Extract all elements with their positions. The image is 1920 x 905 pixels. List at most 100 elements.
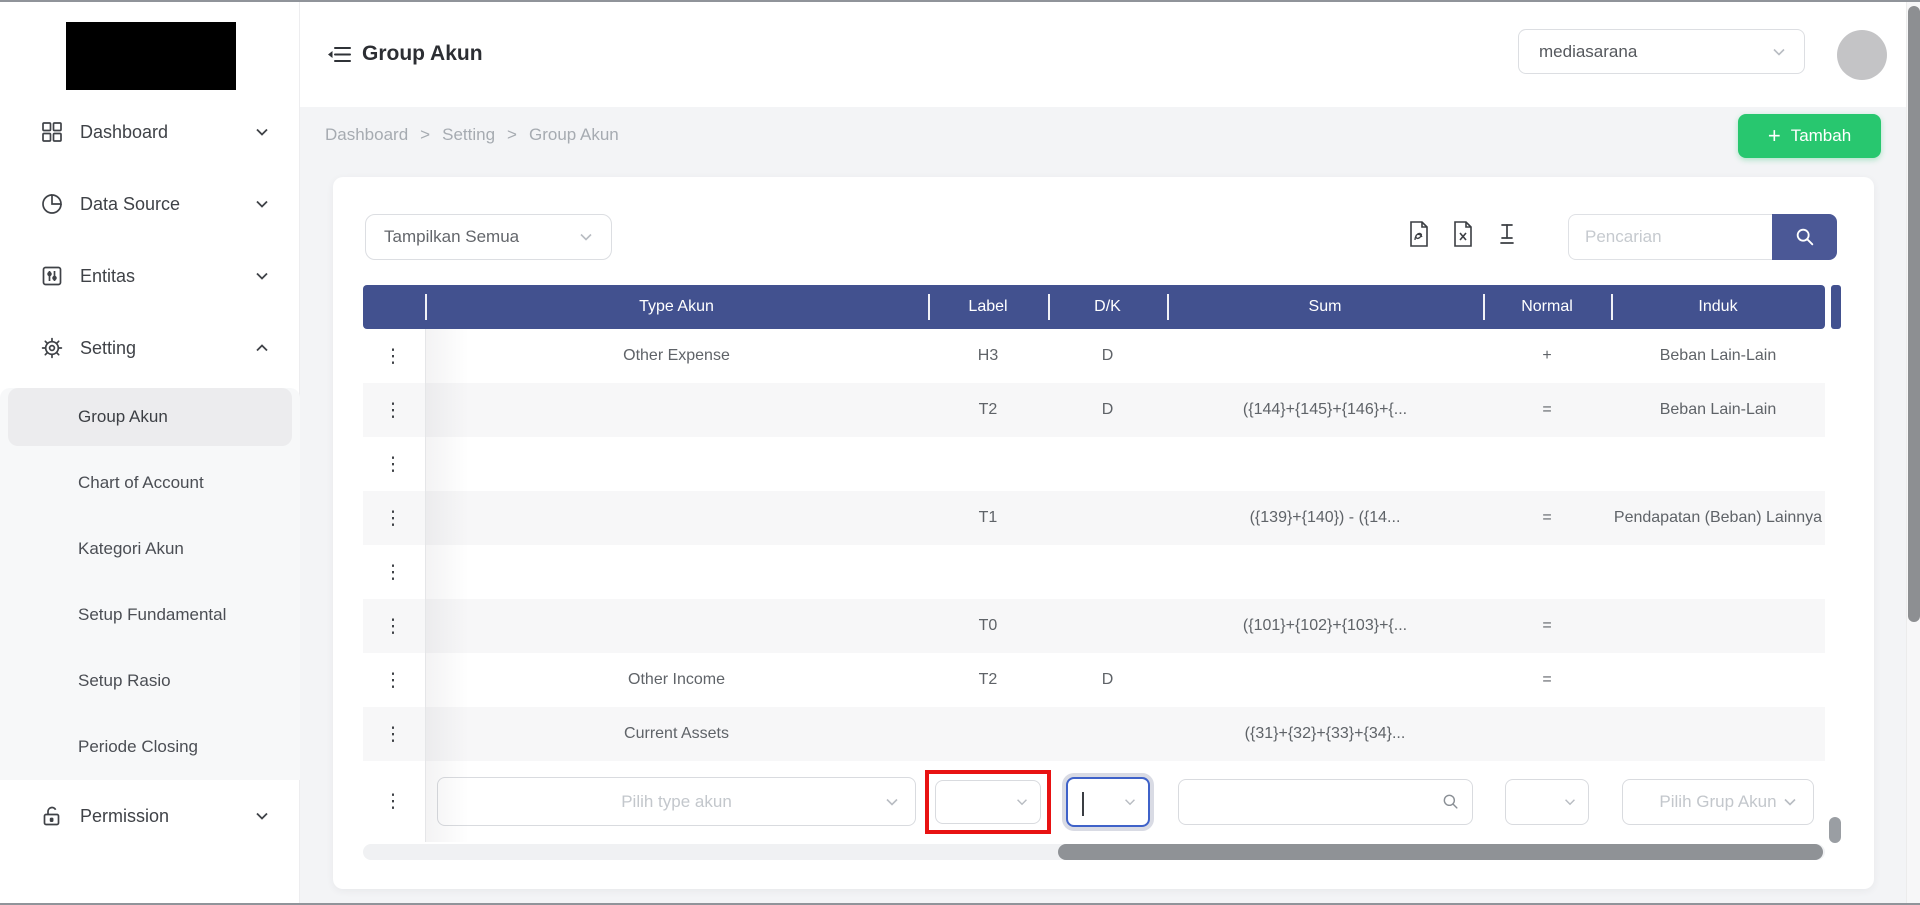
sidebar: Dashboard Data Source Entitas Setting Gr…	[0, 2, 300, 903]
row-menu-button[interactable]: ⋮	[363, 653, 425, 707]
tenant-select-value: mediasarana	[1539, 41, 1638, 61]
chevron-down-icon	[254, 124, 270, 140]
column-header-label: Label	[928, 285, 1048, 329]
normal-select[interactable]	[1505, 778, 1589, 825]
cell-normal	[1483, 437, 1611, 491]
sum-input[interactable]	[1177, 778, 1473, 825]
cell-induk	[1611, 545, 1825, 599]
sidebar-item-permission[interactable]: Permission	[0, 780, 300, 852]
row-menu-button[interactable]: ⋮	[363, 707, 425, 761]
cell-normal: =	[1542, 509, 1552, 526]
tenant-select[interactable]: mediasarana	[1518, 29, 1805, 74]
sidebar-item-kategori-akun[interactable]: Kategori Akun	[0, 516, 300, 582]
sidebar-item-entitas[interactable]: Entitas	[0, 240, 300, 312]
column-header	[363, 285, 425, 329]
cell-sum: ({31}+{32}+{33}+{34}...	[1244, 725, 1406, 742]
cell-dk	[1048, 545, 1167, 599]
row-menu-button[interactable]: ⋮	[384, 790, 405, 813]
breadcrumb-separator: >	[507, 125, 517, 144]
cell-type_akun	[425, 545, 928, 599]
table-row: ⋮	[363, 545, 1825, 599]
sidebar-item-group-akun[interactable]: Group Akun	[8, 388, 292, 446]
new-record-row: ⋮ Pilih type akun Pilih Grup Akun	[363, 761, 1825, 842]
chevron-down-icon	[1014, 794, 1030, 810]
cell-induk	[1611, 599, 1825, 653]
row-menu-button[interactable]: ⋮	[363, 437, 425, 491]
type-akun-select[interactable]: Pilih type akun	[437, 777, 916, 826]
column-header-type-akun: Type Akun	[425, 285, 928, 329]
menu-toggle-icon[interactable]	[325, 41, 352, 68]
row-height-icon[interactable]	[1495, 220, 1519, 248]
sidebar-item-label: Permission	[80, 805, 170, 826]
filter-select[interactable]: Tampilkan Semua	[365, 214, 612, 260]
sidebar-item-label: Entitas	[80, 265, 136, 286]
cell-label	[928, 545, 1048, 599]
content-area: Dashboard > Setting > Group Akun + Tambah Ta…	[300, 107, 1906, 903]
add-button[interactable]: + Tambah	[1738, 114, 1881, 158]
sidebar-item-periode-closing[interactable]: Periode Closing	[0, 714, 300, 780]
sum-field-wrap	[1177, 778, 1473, 825]
pdf-export-icon[interactable]	[1407, 220, 1431, 248]
gear-icon	[40, 335, 66, 361]
app-logo	[66, 22, 236, 90]
row-menu-button[interactable]: ⋮	[363, 491, 425, 545]
horizontal-scrollbar-thumb[interactable]	[1058, 844, 1823, 860]
search-icon	[1794, 226, 1816, 248]
add-button-label: Tambah	[1790, 126, 1852, 145]
chevron-down-icon	[254, 808, 270, 824]
excel-export-icon[interactable]	[1451, 220, 1475, 248]
setting-submenu: Group Akun Chart of Account Kategori Akun S…	[0, 388, 300, 780]
cell-type_akun: Other Income	[628, 671, 725, 688]
column-header-dk: D/K	[1048, 285, 1167, 329]
row-menu-button[interactable]: ⋮	[363, 599, 425, 653]
search-button[interactable]	[1772, 214, 1837, 260]
table-header: Type Akun Label D/K Sum Normal Induk	[363, 285, 1825, 329]
cell-induk: Pendapatan (Beban) Lainnya	[1613, 509, 1823, 526]
page-scrollbar-thumb[interactable]	[1908, 6, 1920, 622]
sidebar-item-setting[interactable]: Setting	[0, 312, 300, 384]
breadcrumb-item[interactable]: Setting	[442, 125, 495, 145]
chevron-up-icon	[254, 340, 270, 356]
cell-type_akun	[425, 383, 928, 437]
cell-induk: Beban Lain-Lain	[1659, 401, 1777, 418]
row-menu-button[interactable]: ⋮	[363, 545, 425, 599]
chevron-down-icon	[1781, 793, 1799, 811]
group-akun-table: Type Akun Label D/K Sum Normal Induk ⋮ Ot…	[363, 285, 1843, 860]
cell-type_akun: Other Expense	[623, 347, 730, 364]
chevron-down-icon	[1122, 794, 1138, 810]
app-window: Dashboard Data Source Entitas Setting Gr…	[0, 0, 1920, 905]
cell-sum	[1167, 329, 1483, 383]
sidebar-item-data-source[interactable]: Data Source	[0, 168, 300, 240]
cell-normal: +	[1542, 347, 1552, 364]
table-vertical-scrollbar-thumb[interactable]	[1829, 817, 1841, 843]
grup-akun-select[interactable]: Pilih Grup Akun	[1622, 778, 1814, 825]
sidebar-item-label: Data Source	[80, 193, 181, 214]
breadcrumb-item[interactable]: Group Akun	[529, 125, 619, 145]
column-header-sum: Sum	[1167, 285, 1483, 329]
cell-dk	[1048, 599, 1167, 653]
row-menu-button[interactable]: ⋮	[363, 383, 425, 437]
search-input[interactable]	[1568, 214, 1772, 260]
cell-sum	[1167, 653, 1483, 707]
dk-select[interactable]	[1065, 776, 1150, 827]
label-select[interactable]	[935, 779, 1041, 824]
sidebar-item-chart-of-account[interactable]: Chart of Account	[0, 450, 300, 516]
row-menu-button[interactable]: ⋮	[363, 329, 425, 383]
avatar[interactable]	[1837, 30, 1887, 80]
filter-select-value: Tampilkan Semua	[384, 227, 520, 246]
breadcrumb-item[interactable]: Dashboard	[325, 125, 408, 145]
cell-normal: =	[1542, 671, 1552, 688]
cell-induk	[1611, 437, 1825, 491]
cell-normal	[1483, 707, 1611, 761]
sidebar-item-label: Chart of Account	[78, 473, 204, 492]
table-vertical-scrollbar	[1829, 329, 1841, 843]
cell-label: T1	[978, 509, 998, 526]
cell-sum: ({144}+{145}+{146}+{...	[1242, 401, 1408, 418]
sidebar-item-setup-rasio[interactable]: Setup Rasio	[0, 648, 300, 714]
chevron-down-icon	[883, 793, 901, 811]
table-row: ⋮	[363, 437, 1825, 491]
chevron-down-icon	[254, 268, 270, 284]
sidebar-item-setup-fundamental[interactable]: Setup Fundamental	[0, 582, 300, 648]
table-row: ⋮ T2 D ({144}+{145}+{146}+{... = Beban Lain-L…	[363, 383, 1825, 437]
sidebar-item-dashboard[interactable]: Dashboard	[0, 96, 300, 168]
